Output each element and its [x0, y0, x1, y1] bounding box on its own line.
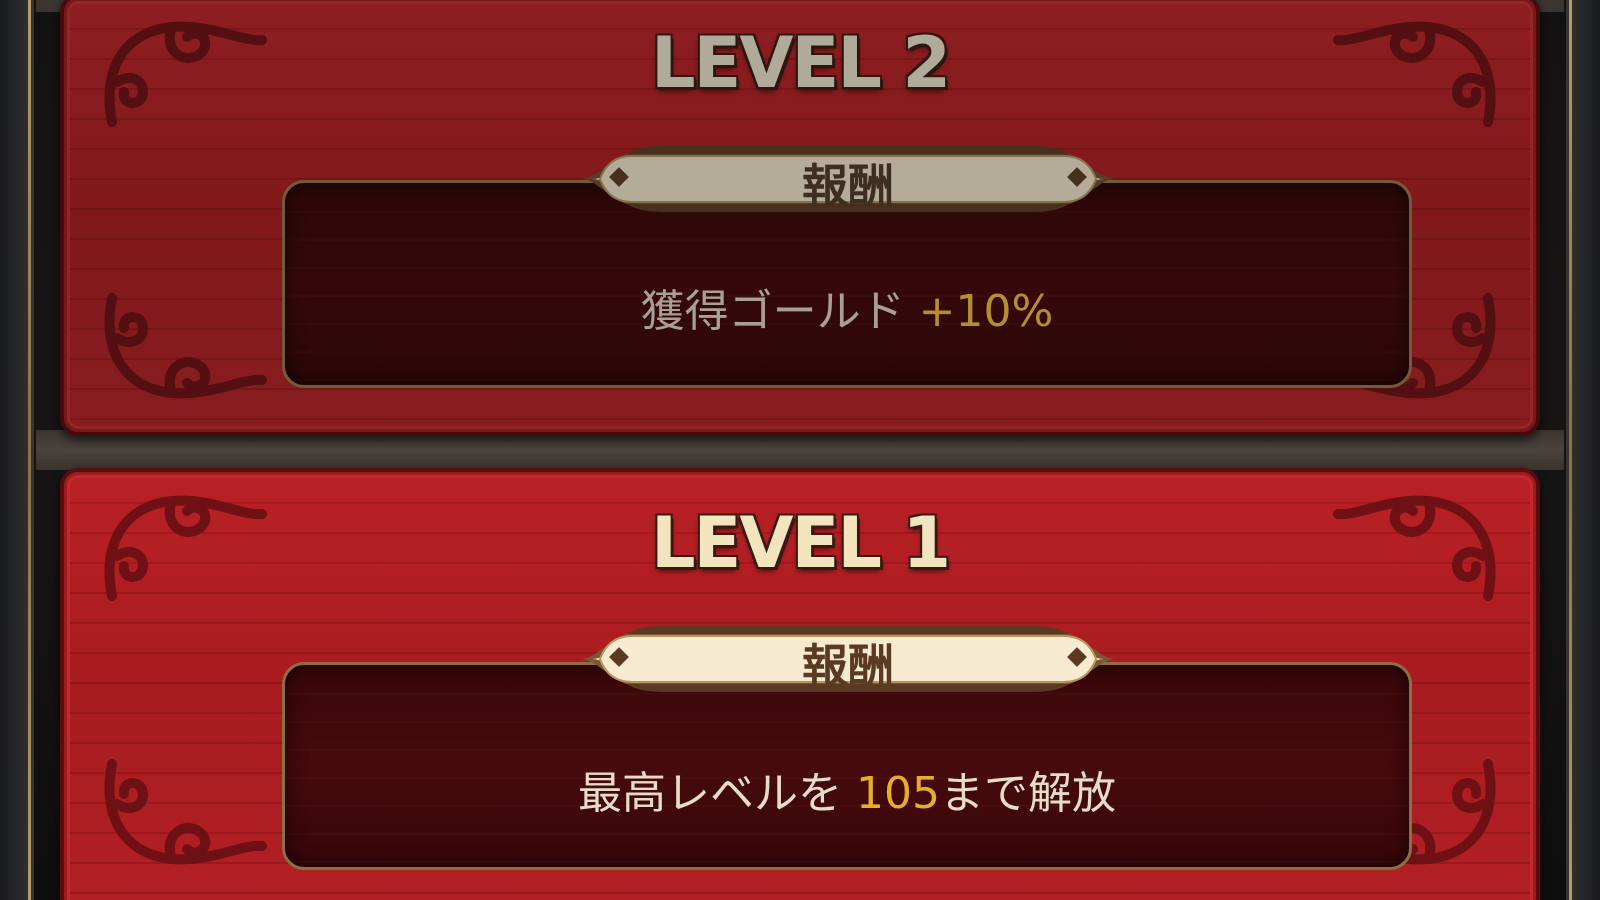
- card-divider: [36, 430, 1564, 470]
- scroll-ornament-icon: [92, 754, 272, 874]
- level-title: LEVEL 2: [650, 22, 951, 104]
- frame-right: [1566, 0, 1600, 900]
- reward-value: 105: [856, 768, 940, 819]
- level-card-2[interactable]: LEVEL 2 獲得ゴールド +10% 報酬: [60, 0, 1540, 436]
- reward-description: 獲得ゴールド +10%: [285, 275, 1409, 339]
- reward-label: 報酬: [802, 639, 894, 693]
- level-card-1[interactable]: LEVEL 1 最高レベルを 105まで解放 報酬: [60, 468, 1540, 900]
- reward-text-prefix: 最高レベルを: [578, 768, 856, 819]
- reward-plaque: 報酬: [576, 132, 1120, 226]
- scroll-ornament-icon: [92, 288, 272, 408]
- reward-label: 報酬: [802, 159, 894, 213]
- reward-plaque: 報酬: [576, 612, 1120, 706]
- reward-text-suffix: まで解放: [939, 768, 1116, 819]
- level-title: LEVEL 1: [650, 502, 951, 584]
- screen: LEVEL 2 獲得ゴールド +10% 報酬 LEVEL 1 最高レベルを 10…: [0, 0, 1600, 900]
- reward-description: 最高レベルを 105まで解放: [285, 757, 1409, 821]
- frame-left: [0, 0, 34, 900]
- reward-value: +10%: [918, 286, 1054, 337]
- reward-text-prefix: 獲得ゴールド: [640, 286, 919, 337]
